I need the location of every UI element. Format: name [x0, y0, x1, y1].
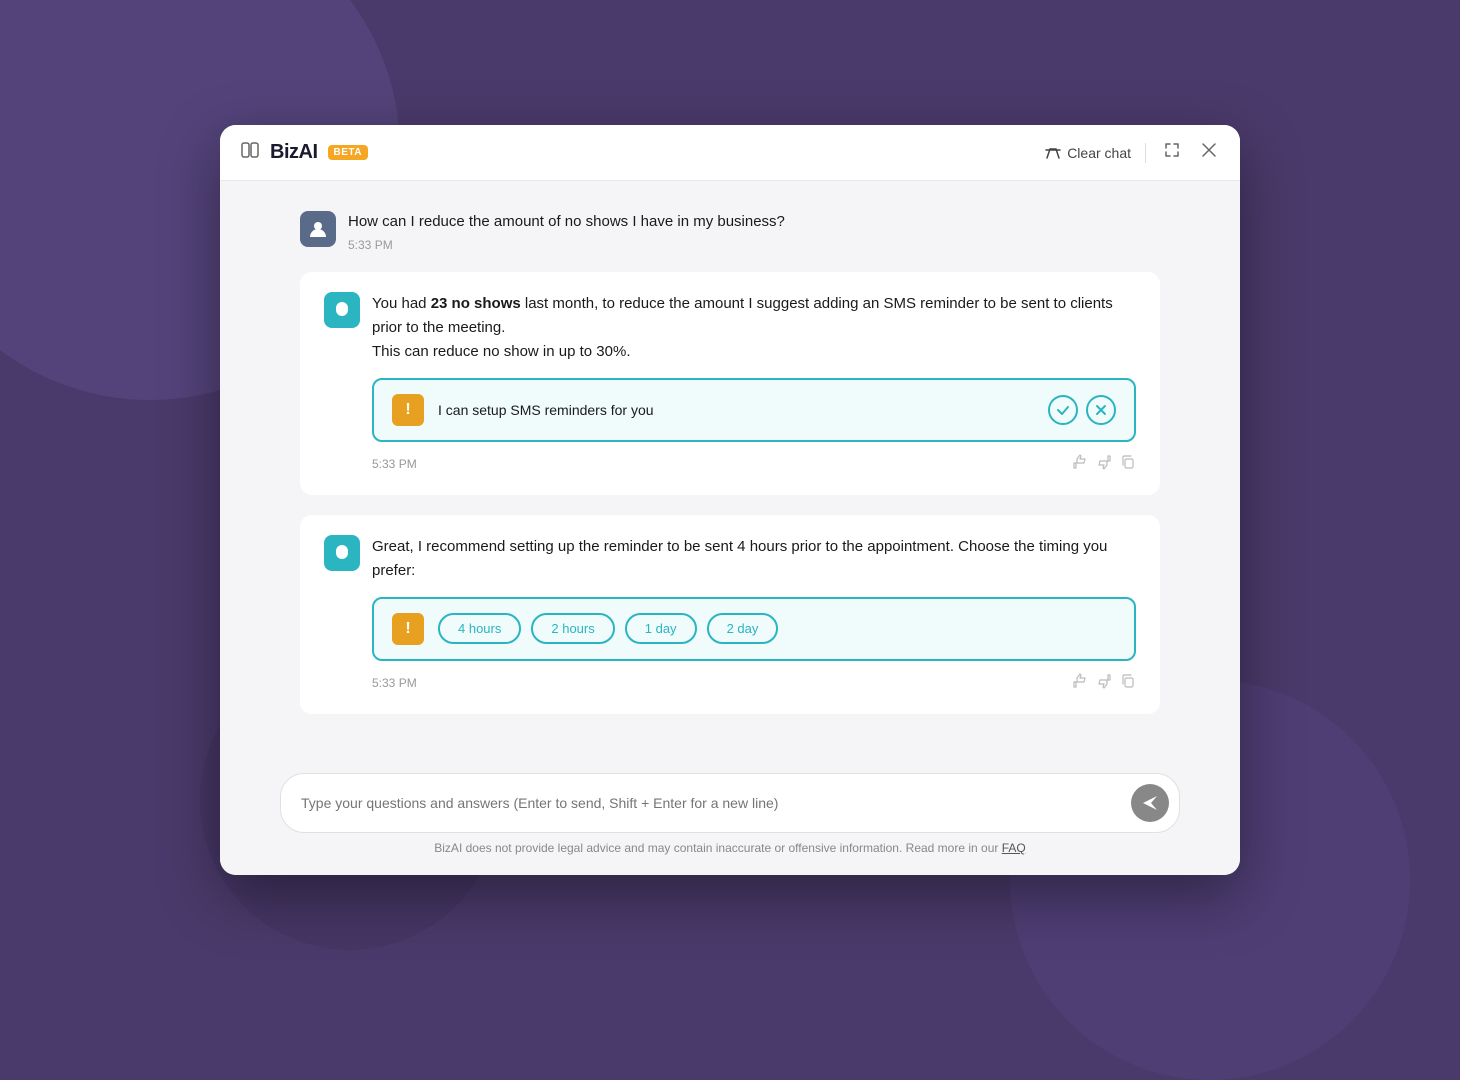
ai-message-footer-1: 5:33 PM [372, 454, 1136, 475]
ai-message-block-2: Great, I recommend setting up the remind… [300, 515, 1160, 714]
brand-name: BizAI [270, 141, 318, 164]
timing-2hours-button[interactable]: 2 hours [531, 613, 614, 644]
expand-button[interactable] [1160, 138, 1184, 167]
ai-avatar-2 [324, 535, 360, 571]
ai-message-content-1: You had 23 no shows last month, to reduc… [372, 292, 1136, 475]
timing-exclamation-icon: ! [392, 613, 424, 645]
send-button[interactable] [1131, 784, 1169, 822]
feedback-icons-1 [1072, 454, 1136, 475]
timing-buttons-group: 4 hours 2 hours 1 day 2 day [438, 613, 778, 644]
chat-header: BizAI BETA Clear chat [220, 125, 1240, 181]
user-avatar [300, 211, 336, 247]
user-message-1: How can I reduce the amount of no shows … [300, 211, 1160, 252]
ai-avatar-1 [324, 292, 360, 328]
thumbs-up-button-1[interactable] [1072, 454, 1088, 475]
ai-message-time-2: 5:33 PM [372, 676, 417, 690]
close-button[interactable] [1198, 139, 1220, 166]
thumbs-down-button-1[interactable] [1096, 454, 1112, 475]
chat-input[interactable] [301, 795, 1121, 811]
thumbs-down-button-2[interactable] [1096, 673, 1112, 694]
chat-input-area: BizAI does not provide legal advice and … [220, 757, 1240, 875]
header-left: BizAI BETA [240, 140, 368, 165]
action-confirm-button[interactable] [1048, 395, 1078, 425]
header-right: Clear chat [1045, 138, 1220, 167]
action-card-icons [1048, 395, 1116, 425]
user-message-content-1: How can I reduce the amount of no shows … [348, 211, 785, 252]
beta-badge: BETA [328, 145, 368, 160]
feedback-icons-2 [1072, 673, 1136, 694]
action-card-text: I can setup SMS reminders for you [438, 402, 1034, 418]
timing-2day-button[interactable]: 2 day [707, 613, 779, 644]
sidebar-toggle-icon[interactable] [240, 140, 260, 165]
chat-window: BizAI BETA Clear chat [220, 125, 1240, 875]
timing-1day-button[interactable]: 1 day [625, 613, 697, 644]
copy-button-2[interactable] [1120, 673, 1136, 694]
header-divider [1145, 143, 1146, 163]
ai-message-block-1: You had 23 no shows last month, to reduc… [300, 272, 1160, 495]
ai-message-inner-1: You had 23 no shows last month, to reduc… [324, 292, 1136, 475]
ai-message-inner-2: Great, I recommend setting up the remind… [324, 535, 1136, 694]
ai-message-text-1: You had 23 no shows last month, to reduc… [372, 292, 1136, 364]
disclaimer-text: BizAI does not provide legal advice and … [434, 841, 1001, 855]
copy-button-1[interactable] [1120, 454, 1136, 475]
action-exclamation-icon: ! [392, 394, 424, 426]
clear-chat-button[interactable]: Clear chat [1045, 145, 1131, 161]
timing-action-card: ! 4 hours 2 hours 1 day 2 day [372, 597, 1136, 661]
input-wrapper [280, 773, 1180, 833]
clear-chat-label: Clear chat [1067, 145, 1131, 161]
action-cancel-button[interactable] [1086, 395, 1116, 425]
chat-body: How can I reduce the amount of no shows … [220, 181, 1240, 757]
user-message-text-1: How can I reduce the amount of no shows … [348, 211, 785, 234]
thumbs-up-button-2[interactable] [1072, 673, 1088, 694]
user-message-time-1: 5:33 PM [348, 238, 785, 252]
ai-message-text-2: Great, I recommend setting up the remind… [372, 535, 1136, 583]
ai-message-footer-2: 5:33 PM [372, 673, 1136, 694]
chat-disclaimer: BizAI does not provide legal advice and … [280, 833, 1180, 867]
faq-link[interactable]: FAQ [1002, 841, 1026, 855]
sms-action-card: ! I can setup SMS reminders for you [372, 378, 1136, 442]
ai-message-time-1: 5:33 PM [372, 457, 417, 471]
ai-message-content-2: Great, I recommend setting up the remind… [372, 535, 1136, 694]
timing-4hours-button[interactable]: 4 hours [438, 613, 521, 644]
